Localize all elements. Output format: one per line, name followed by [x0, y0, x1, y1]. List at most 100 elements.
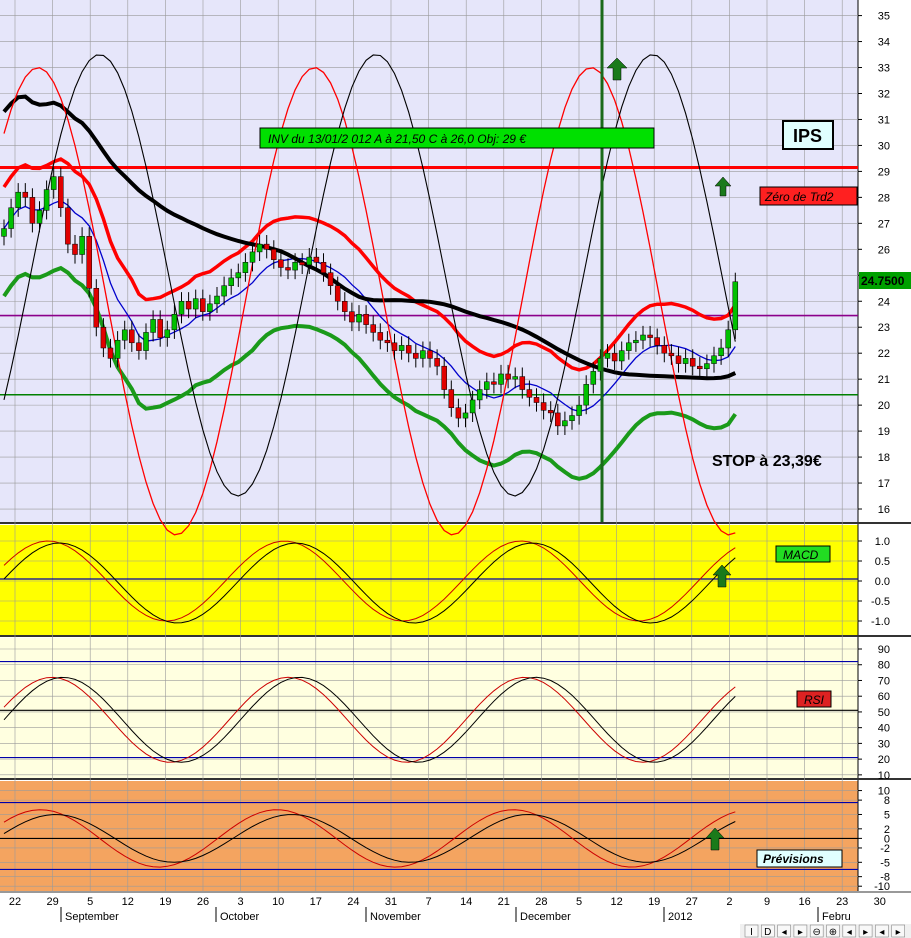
candle-body	[547, 410, 554, 414]
candle-body	[278, 259, 284, 268]
candle-body	[22, 191, 29, 198]
toolbar-button[interactable]: D	[760, 924, 775, 938]
candle-body	[192, 298, 199, 310]
candle-body	[434, 358, 440, 367]
candle-body	[526, 389, 533, 398]
y-tick-label: 50	[878, 707, 890, 719]
date-tick-label: 21	[498, 896, 510, 908]
y-tick-label: 0.5	[875, 556, 890, 568]
candle-body	[512, 376, 518, 380]
y-tick-label: 10	[878, 786, 890, 798]
toolbar-button-label: ▸	[896, 927, 901, 938]
toolbar-button-label: ◂	[782, 927, 787, 938]
candle-body	[164, 329, 171, 338]
candle-body	[576, 404, 582, 416]
candle-body	[342, 301, 348, 312]
candle-body	[214, 295, 220, 305]
candle-body	[263, 243, 270, 250]
toolbar-button[interactable]: ▸	[793, 924, 808, 938]
candle-body	[455, 407, 462, 419]
month-label: Febru	[822, 911, 851, 923]
candle-body	[207, 303, 213, 312]
toolbar-button[interactable]: ⊖	[809, 924, 824, 938]
toolbar-button-label: ⊖	[813, 927, 821, 938]
toolbar-button[interactable]: ▸	[891, 924, 906, 938]
candle-body	[462, 412, 469, 419]
candle-body	[200, 298, 206, 312]
toolbar-button[interactable]: ▸	[858, 924, 873, 938]
candle-body	[178, 301, 185, 315]
candle-body	[363, 313, 369, 325]
candle-body	[235, 272, 242, 279]
candle-body	[313, 256, 320, 263]
candle-body	[228, 277, 234, 286]
y-tick-label: 27	[878, 218, 890, 230]
y-tick-label: 30	[878, 140, 890, 152]
date-tick-label: 5	[576, 896, 582, 908]
candle-body	[725, 329, 731, 349]
candle-body	[327, 272, 334, 286]
y-tick-label: 1.0	[875, 536, 890, 548]
y-tick-label: 23	[878, 322, 890, 334]
candle-body	[476, 389, 483, 401]
candle-body	[441, 365, 447, 390]
candle-body	[72, 243, 78, 255]
candle-body	[498, 373, 504, 385]
candle-body	[604, 352, 611, 359]
y-tick-label: 19	[878, 426, 890, 438]
candle-body	[271, 249, 277, 260]
toolbar-button-label: D	[764, 927, 771, 938]
date-tick-label: 9	[764, 896, 770, 908]
candle-body	[256, 243, 263, 253]
date-tick-label: 24	[347, 896, 359, 908]
candle-body	[491, 381, 497, 385]
toolbar-button[interactable]: ◂	[777, 924, 791, 938]
y-tick-label: -8	[880, 872, 890, 884]
toolbar-button[interactable]: ⊕	[826, 924, 840, 938]
date-tick-label: 5	[87, 896, 93, 908]
candle-body	[157, 319, 163, 338]
y-tick-label: 10	[878, 770, 890, 782]
toolbar-button-label: ⊕	[829, 927, 837, 938]
toolbar-button[interactable]: ◂	[875, 924, 889, 938]
candle-body	[65, 207, 71, 245]
month-label: November	[370, 911, 421, 923]
candle-body	[242, 262, 249, 273]
candle-body	[689, 358, 696, 367]
candle-body	[107, 347, 114, 359]
candle-body	[221, 285, 227, 297]
candle-body	[36, 210, 43, 224]
toolbar-button[interactable]: ◂	[842, 924, 857, 938]
y-tick-label: 26	[878, 244, 890, 256]
date-tick-label: 27	[686, 896, 698, 908]
rsi-label: RSI	[804, 693, 825, 707]
toolbar-button[interactable]: I	[744, 924, 759, 938]
toolbar-button-label: ▸	[798, 927, 803, 938]
date-tick-label: 28	[535, 896, 547, 908]
stock-chart: 1617181920212223242526272829303132333435…	[0, 0, 911, 938]
y-tick-label: 70	[878, 675, 890, 687]
candle-body	[647, 334, 653, 338]
y-tick-label: 40	[878, 723, 890, 735]
macd-label: MACD	[783, 548, 819, 562]
candle-body	[555, 412, 561, 427]
date-tick-label: 16	[798, 896, 810, 908]
y-tick-label: 29	[878, 166, 890, 178]
y-tick-label: 80	[878, 660, 890, 672]
toolbar-button-label: I	[750, 927, 753, 938]
y-tick-label: 60	[878, 691, 890, 703]
candle-body	[249, 251, 256, 263]
y-tick-label: 33	[878, 63, 890, 75]
month-label: 2012	[668, 911, 692, 923]
y-tick-label: 20	[878, 400, 890, 412]
candle-body	[114, 339, 121, 359]
y-tick-label: 17	[878, 478, 890, 490]
candle-body	[292, 262, 298, 271]
candle-body	[349, 311, 355, 323]
y-tick-label: 90	[878, 644, 890, 656]
candle-body	[533, 397, 540, 403]
date-tick-label: 17	[310, 896, 322, 908]
candle-body	[1, 228, 7, 237]
y-tick-label: 24	[878, 296, 890, 308]
candle-body	[143, 332, 149, 351]
